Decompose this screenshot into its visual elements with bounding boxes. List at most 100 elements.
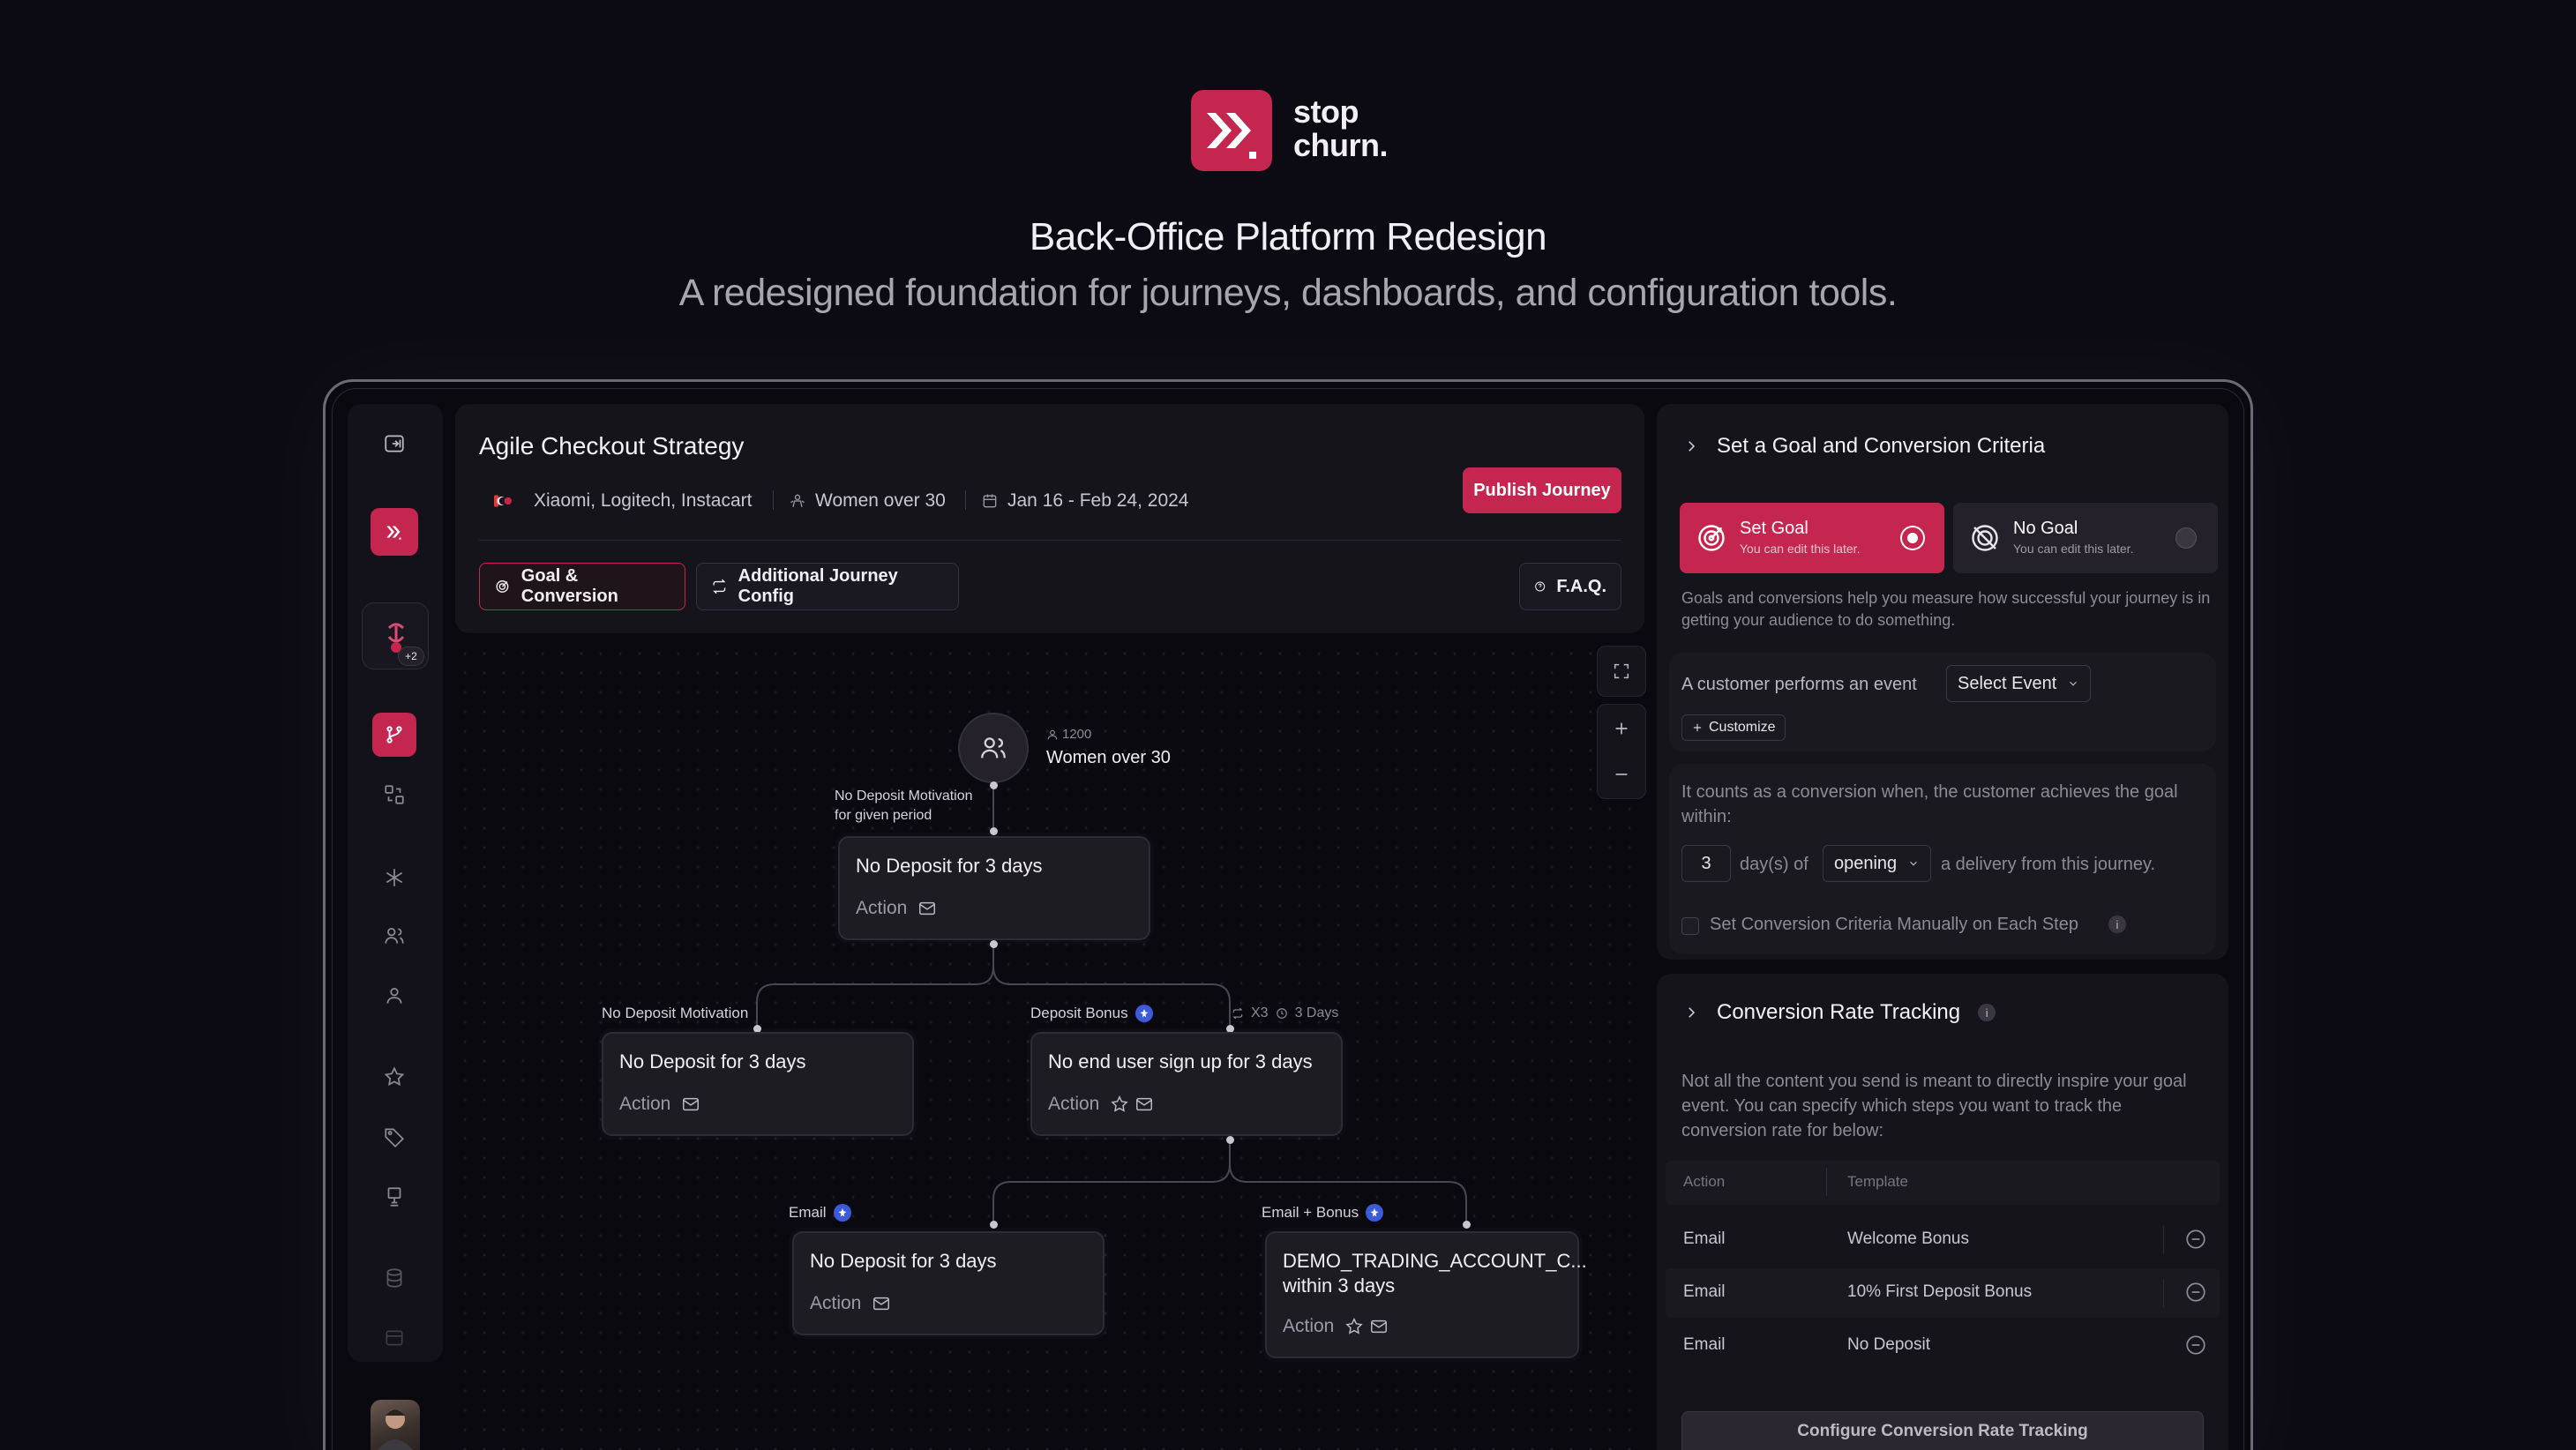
verified-badge-icon <box>1134 1005 1153 1022</box>
customize-button[interactable]: Customize <box>1681 714 1786 741</box>
info-icon[interactable]: i <box>2108 916 2126 933</box>
radio-selected[interactable] <box>1902 527 1923 549</box>
row-template: No Deposit <box>1847 1335 1930 1354</box>
opening-dropdown[interactable]: opening <box>1823 845 1932 882</box>
flow-node[interactable]: No Deposit for 3 days Action <box>838 836 1150 940</box>
flow-node[interactable]: No Deposit for 3 days Action <box>602 1032 914 1136</box>
edge-wait-value: 3 Days <box>1294 1005 1339 1020</box>
edge-label-email: Email <box>789 1203 851 1222</box>
mail-icon <box>1371 1319 1388 1334</box>
plus-icon <box>1693 723 1702 732</box>
days-input[interactable]: 3 <box>1681 845 1731 882</box>
column-divider <box>1826 1168 1827 1196</box>
table-row[interactable]: Email 10% First Deposit Bonus <box>1666 1268 2220 1318</box>
audience-root-label: Women over 30 <box>1046 748 1171 767</box>
goal-description: Goals and conversions help you measure h… <box>1681 589 2211 629</box>
chevron-down-icon <box>2070 681 2078 686</box>
audience-count-value: 1200 <box>1062 727 1092 742</box>
mail-icon <box>1136 1097 1153 1111</box>
edge-label-right: Deposit Bonus <box>1030 1004 1153 1023</box>
node-action-label: Action <box>619 1094 671 1114</box>
edge-label-email-bonus: Email + Bonus <box>1262 1203 1384 1222</box>
row-divider <box>2163 1226 2164 1254</box>
table-row[interactable]: Email Welcome Bonus <box>1666 1215 2220 1265</box>
opening-value: opening <box>1834 853 1898 873</box>
verified-badge-icon <box>833 1204 851 1222</box>
remove-icon[interactable] <box>2184 1228 2207 1251</box>
column-header-template: Template <box>1847 1173 1908 1190</box>
option-subtitle: You can edit this later. <box>2013 542 2134 556</box>
edge-label-root: No Deposit Motivation for given period <box>835 789 973 823</box>
chevron-right-icon <box>1689 1007 1696 1018</box>
edge-label-left: No Deposit Motivation <box>602 1005 749 1021</box>
edge-repeat-value: X3 <box>1251 1005 1269 1020</box>
table-header: Action Template <box>1666 1161 2220 1205</box>
mail-icon <box>683 1097 700 1111</box>
audience-count: 1200 <box>1046 727 1091 742</box>
tracking-panel-title: Conversion Rate Tracking <box>1717 1000 1961 1024</box>
column-header-action: Action <box>1683 1173 1726 1190</box>
remove-icon[interactable] <box>2184 1334 2207 1357</box>
repeat-icon <box>1232 1007 1243 1020</box>
row-action: Email <box>1683 1230 1726 1248</box>
info-icon[interactable]: i <box>1978 1004 1996 1021</box>
option-title: No Goal <box>2013 519 2078 538</box>
edge-label-text: Email + Bonus <box>1262 1204 1359 1221</box>
node-action-label: Action <box>810 1293 862 1313</box>
row-template: 10% First Deposit Bonus <box>1847 1282 2033 1301</box>
manual-criteria-checkbox[interactable] <box>1681 917 1699 935</box>
node-title: DEMO_TRADING_ACCOUNT_C... within 3 days <box>1283 1250 1587 1297</box>
node-action-label: Action <box>1048 1094 1100 1114</box>
table-row[interactable]: Email No Deposit <box>1666 1321 2220 1371</box>
clock-icon <box>1276 1008 1287 1019</box>
connector-knob <box>990 940 998 948</box>
option-title: Set Goal <box>1740 519 1808 538</box>
option-subtitle: You can edit this later. <box>1740 542 1861 556</box>
users-icon <box>981 737 1006 759</box>
node-action-label: Action <box>856 898 908 918</box>
delivery-text: a delivery from this journey. <box>1941 855 2156 874</box>
node-action-label: Action <box>1283 1316 1335 1336</box>
target-off-icon <box>1972 525 1998 551</box>
node-title: No Deposit for 3 days <box>856 855 1043 877</box>
row-action: Email <box>1683 1335 1726 1354</box>
node-title: No Deposit for 3 days <box>810 1250 997 1272</box>
select-event-dropdown[interactable]: Select Event <box>1946 665 2092 702</box>
configure-tracking-button[interactable]: Configure Conversion Rate Tracking <box>1681 1411 2204 1450</box>
node-action: Action <box>1048 1094 1154 1115</box>
remove-icon[interactable] <box>2184 1281 2207 1304</box>
person-icon <box>1047 729 1058 739</box>
connector-knob <box>990 781 998 789</box>
target-icon <box>1698 525 1725 551</box>
tracking-panel-header[interactable]: Conversion Rate Tracking i <box>1683 1000 1996 1025</box>
tracking-panel <box>1657 974 2228 1450</box>
node-action: Action <box>619 1094 700 1115</box>
star-icon <box>1111 1095 1129 1112</box>
node-action: Action <box>810 1293 891 1314</box>
audience-root-node[interactable] <box>958 713 1029 783</box>
connector-knob <box>990 1221 998 1229</box>
chevron-down-icon <box>1910 861 1918 866</box>
set-goal-option[interactable]: Set Goal You can edit this later. <box>1680 503 1944 573</box>
connector-knob <box>1463 1221 1471 1229</box>
connector-knob <box>1226 1136 1234 1144</box>
days-of-label: day(s) of <box>1740 855 1808 874</box>
mail-icon <box>919 901 936 916</box>
radio-unselected[interactable] <box>2175 527 2197 549</box>
verified-badge-icon <box>1366 1204 1384 1222</box>
no-goal-option[interactable]: No Goal You can edit this later. <box>1953 503 2218 573</box>
tracking-description: Not all the content you send is meant to… <box>1681 1072 2187 1140</box>
node-action: Action <box>1283 1316 1389 1337</box>
conversion-text: It counts as a conversion when, the cust… <box>1681 782 2178 826</box>
flow-node[interactable]: No end user sign up for 3 days Action <box>1030 1032 1343 1136</box>
node-title: No end user sign up for 3 days <box>1048 1050 1313 1073</box>
connector-knob <box>990 827 998 835</box>
node-title: No Deposit for 3 days <box>619 1050 806 1073</box>
select-event-value: Select Event <box>1958 673 2057 693</box>
goal-panel-title: Set a Goal and Conversion Criteria <box>1717 434 2046 458</box>
flow-node[interactable]: No Deposit for 3 days Action <box>792 1231 1105 1335</box>
mail-icon <box>873 1297 890 1311</box>
goal-panel-header[interactable]: Set a Goal and Conversion Criteria <box>1683 434 2045 459</box>
flow-node[interactable]: DEMO_TRADING_ACCOUNT_C... within 3 days … <box>1265 1231 1587 1358</box>
customize-label: Customize <box>1709 720 1776 735</box>
